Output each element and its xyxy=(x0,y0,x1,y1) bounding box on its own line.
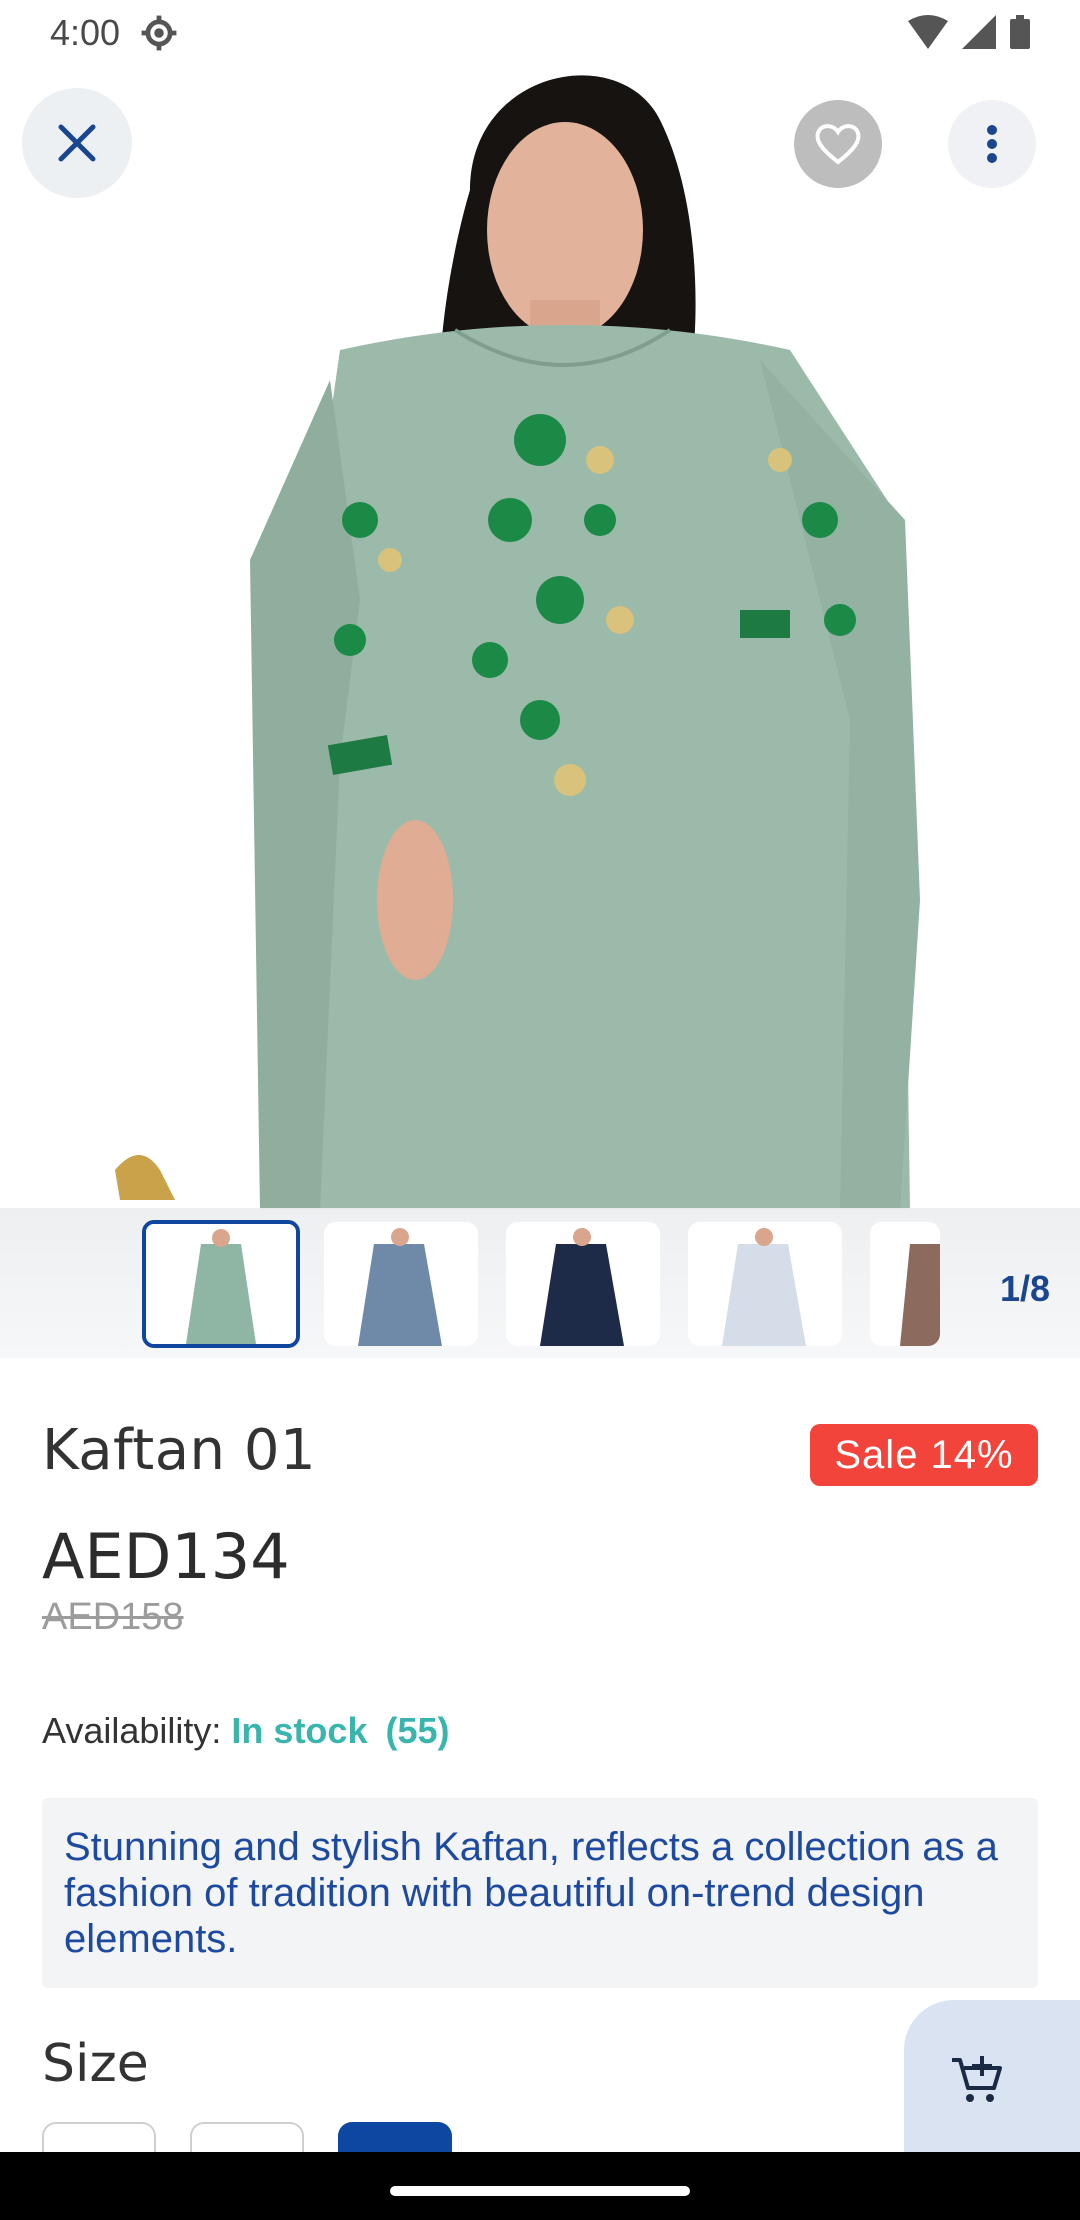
product-image[interactable] xyxy=(0,0,1080,1210)
close-icon xyxy=(58,124,96,162)
system-navigation-bar xyxy=(0,2152,1080,2220)
description-box: Stunning and stylish Kaftan, reflects a … xyxy=(42,1798,1038,1988)
close-button[interactable] xyxy=(22,88,132,198)
thumbnail[interactable] xyxy=(506,1222,660,1346)
add-to-cart-button[interactable] xyxy=(904,2000,1080,2160)
thumbnail[interactable] xyxy=(870,1222,940,1346)
favorite-button[interactable] xyxy=(794,100,882,188)
add-to-cart-icon xyxy=(952,2056,1002,2102)
heart-icon xyxy=(815,124,861,165)
original-price: AED158 xyxy=(42,1596,184,1638)
battery-icon xyxy=(1010,15,1030,49)
thumbnail[interactable] xyxy=(324,1222,478,1346)
status-time: 4:00 xyxy=(50,12,121,53)
stock-status: In stock xyxy=(231,1710,368,1751)
product-gallery[interactable]: 4:00 1/8 xyxy=(0,0,1080,1358)
availability-label: Availability: xyxy=(42,1710,222,1751)
status-bar: 4:00 xyxy=(0,0,1080,66)
signal-icon xyxy=(962,15,996,49)
gear-icon xyxy=(141,15,177,51)
thumbnail-strip[interactable]: 1/8 xyxy=(0,1208,1080,1358)
more-vert-icon xyxy=(987,125,997,163)
availability: Availability: In stock (55) xyxy=(42,1710,450,1752)
product-title: Kaftan 01 xyxy=(42,1418,317,1483)
home-indicator[interactable] xyxy=(390,2186,690,2196)
current-price: AED134 xyxy=(42,1520,290,1593)
size-label: Size xyxy=(42,2034,149,2094)
thumbnail[interactable] xyxy=(688,1222,842,1346)
sale-badge: Sale 14% xyxy=(810,1424,1038,1486)
more-options-button[interactable] xyxy=(948,100,1036,188)
product-description: Stunning and stylish Kaftan, reflects a … xyxy=(64,1825,998,1961)
image-counter: 1/8 xyxy=(999,1268,1050,1309)
wifi-icon xyxy=(908,15,948,49)
thumbnail[interactable] xyxy=(142,1220,300,1348)
stock-count: (55) xyxy=(385,1710,450,1751)
